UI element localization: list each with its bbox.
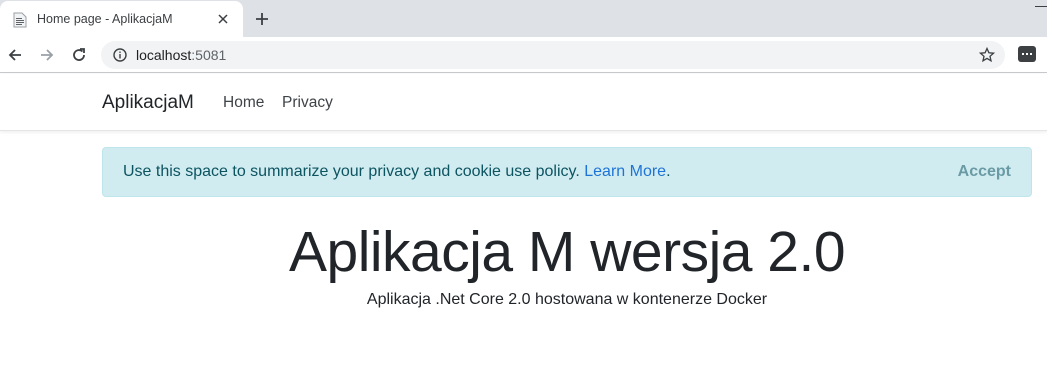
close-icon[interactable] <box>216 12 230 26</box>
url-host: localhost <box>136 47 192 63</box>
forward-arrow-icon[interactable] <box>37 45 57 65</box>
url-port: :5081 <box>191 47 227 63</box>
navbar-brand[interactable]: AplikacjaM <box>102 92 194 114</box>
window-edge <box>1035 6 1047 7</box>
reload-icon[interactable] <box>69 45 89 65</box>
browser-tab[interactable]: Home page - AplikacjaM <box>0 1 243 37</box>
cookie-consent-period: . <box>666 163 671 180</box>
info-icon[interactable] <box>113 48 127 62</box>
page-title: Aplikacja M wersja 2.0 <box>288 220 846 284</box>
cookie-consent-alert: Use this space to summarize your privacy… <box>102 147 1032 197</box>
site-navbar: AplikacjaM Home Privacy <box>0 74 1047 131</box>
address-bar[interactable]: localhost:5081 <box>101 41 1005 69</box>
plus-icon[interactable] <box>253 10 271 28</box>
star-icon[interactable] <box>978 46 996 63</box>
tab-title: Home page - AplikacjaM <box>37 12 173 26</box>
browser-toolbar: localhost:5081 <box>0 37 1047 73</box>
nav-link-privacy[interactable]: Privacy <box>282 94 333 112</box>
accept-button[interactable]: Accept <box>958 163 1011 181</box>
web-page: AplikacjaM Home Privacy Use this space t… <box>0 74 1047 389</box>
page-subtitle: Aplikacja .Net Core 2.0 hostowana w kont… <box>366 291 768 308</box>
cookie-consent-text: Use this space to summarize your privacy… <box>123 163 671 181</box>
learn-more-link[interactable]: Learn More <box>584 163 666 180</box>
back-arrow-icon[interactable] <box>5 45 25 65</box>
nav-link-home[interactable]: Home <box>223 94 264 112</box>
url-text: localhost:5081 <box>136 47 226 63</box>
tab-strip: Home page - AplikacjaM <box>0 0 1047 37</box>
page-favicon-icon <box>13 12 27 28</box>
extension-icon[interactable] <box>1018 46 1036 62</box>
cookie-consent-message: Use this space to summarize your privacy… <box>123 163 580 180</box>
